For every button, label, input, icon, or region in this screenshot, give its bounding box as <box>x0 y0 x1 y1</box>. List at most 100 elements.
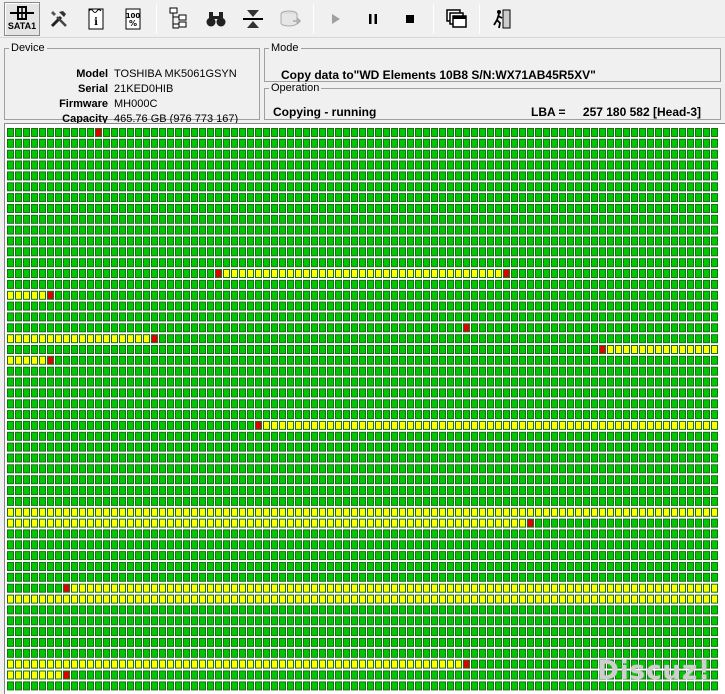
sector-block-good <box>127 214 134 224</box>
stop-button[interactable] <box>392 2 428 36</box>
sector-block-pending <box>383 269 390 278</box>
sector-block-good <box>375 182 382 192</box>
tools-icon <box>50 10 67 27</box>
sector-block-good <box>671 464 678 474</box>
sector-block-good <box>351 355 358 365</box>
sector-block-good <box>583 670 590 680</box>
sector-block-good <box>431 160 438 170</box>
sector-block-pending <box>519 507 526 517</box>
device-info-button[interactable]: i <box>78 2 114 36</box>
sector-block-good <box>391 496 398 506</box>
sector-block-pending <box>351 594 358 604</box>
sector-block-good <box>319 388 326 398</box>
sector-block-good <box>599 399 606 409</box>
sector-block-good <box>711 366 718 376</box>
sector-block-pending <box>455 507 462 517</box>
sector-block-good <box>599 366 606 376</box>
windows-button[interactable] <box>438 2 474 36</box>
sector-block-pending <box>407 594 414 604</box>
sector-block-good <box>295 377 302 387</box>
export-disk-button[interactable] <box>272 2 308 36</box>
sector-block-good <box>55 193 62 203</box>
sector-block-good <box>63 572 70 582</box>
sector-block-good <box>279 496 286 506</box>
sector-block-good <box>599 431 606 441</box>
interface-sata1-button[interactable]: SATA1 <box>4 1 40 36</box>
sector-block-good <box>647 540 654 550</box>
sector-block-good <box>551 182 558 192</box>
sector-map-panel[interactable]: Discuz! <box>4 123 725 694</box>
sector-block-pending <box>639 583 646 593</box>
sector-block-good <box>575 149 582 159</box>
sector-block-pending <box>327 420 334 430</box>
sector-block-pending <box>583 420 590 430</box>
sector-block-good <box>279 236 286 246</box>
sector-block-good <box>191 334 198 344</box>
sector-block-pending <box>167 594 174 604</box>
sector-block-good <box>223 681 230 691</box>
sector-block-good <box>375 312 382 322</box>
sector-block-good <box>543 616 550 626</box>
sector-block-good <box>671 410 678 420</box>
sector-block-good <box>455 160 462 170</box>
sector-block-good <box>295 193 302 203</box>
sector-block-pending <box>431 659 438 669</box>
sector-block-good <box>503 204 510 213</box>
copy-mode-button[interactable] <box>235 2 271 36</box>
sector-block-pending <box>695 345 702 354</box>
start-button[interactable] <box>318 2 354 36</box>
sector-block-good <box>679 464 686 474</box>
sector-block-good <box>487 225 494 235</box>
sector-block-good <box>111 204 118 213</box>
sector-block-good <box>223 648 230 658</box>
sector-block-good <box>423 399 430 409</box>
sector-block-good <box>415 648 422 658</box>
sector-block-good <box>639 171 646 181</box>
exit-button[interactable] <box>484 2 520 36</box>
sector-block-good <box>471 182 478 192</box>
tools-button[interactable] <box>41 2 77 36</box>
sector-block-good <box>159 355 166 365</box>
sector-block-good <box>327 453 334 463</box>
statistics-button[interactable]: 100 % <box>115 2 151 36</box>
sector-block-pending <box>247 659 254 669</box>
sector-block-good <box>687 486 694 496</box>
sector-block-good <box>407 540 414 550</box>
sector-map[interactable] <box>7 128 725 694</box>
sector-block-good <box>631 605 638 615</box>
sector-block-good <box>151 301 158 311</box>
sector-block-good <box>159 182 166 192</box>
sector-block-good <box>671 453 678 463</box>
sector-block-good <box>303 681 310 691</box>
sector-block-pending <box>295 507 302 517</box>
search-button[interactable] <box>198 2 234 36</box>
partition-tree-button[interactable] <box>161 2 197 36</box>
sector-block-good <box>711 648 718 658</box>
sector-block-good <box>7 323 14 333</box>
sector-block-good <box>103 616 110 626</box>
sector-block-good <box>95 442 102 452</box>
pause-button[interactable] <box>355 2 391 36</box>
sector-block-good <box>607 182 614 192</box>
sector-block-pending <box>359 518 366 528</box>
sector-block-good <box>471 236 478 246</box>
sector-block-good <box>647 269 654 278</box>
sector-block-good <box>63 637 70 647</box>
sector-block-good <box>135 442 142 452</box>
sector-block-good <box>311 193 318 203</box>
sector-block-good <box>143 572 150 582</box>
sector-block-good <box>127 627 134 637</box>
sector-block-good <box>655 138 662 148</box>
sector-block-pending <box>447 659 454 669</box>
sector-block-good <box>367 160 374 170</box>
sector-block-good <box>311 323 318 333</box>
sector-block-good <box>383 605 390 615</box>
sector-block-good <box>87 420 94 430</box>
sector-block-good <box>447 138 454 148</box>
sector-block-good <box>439 410 446 420</box>
sector-block-good <box>319 160 326 170</box>
sector-block-good <box>591 323 598 333</box>
sector-block-good <box>599 529 606 539</box>
sector-block-good <box>559 627 566 637</box>
sector-block-good <box>567 290 574 300</box>
